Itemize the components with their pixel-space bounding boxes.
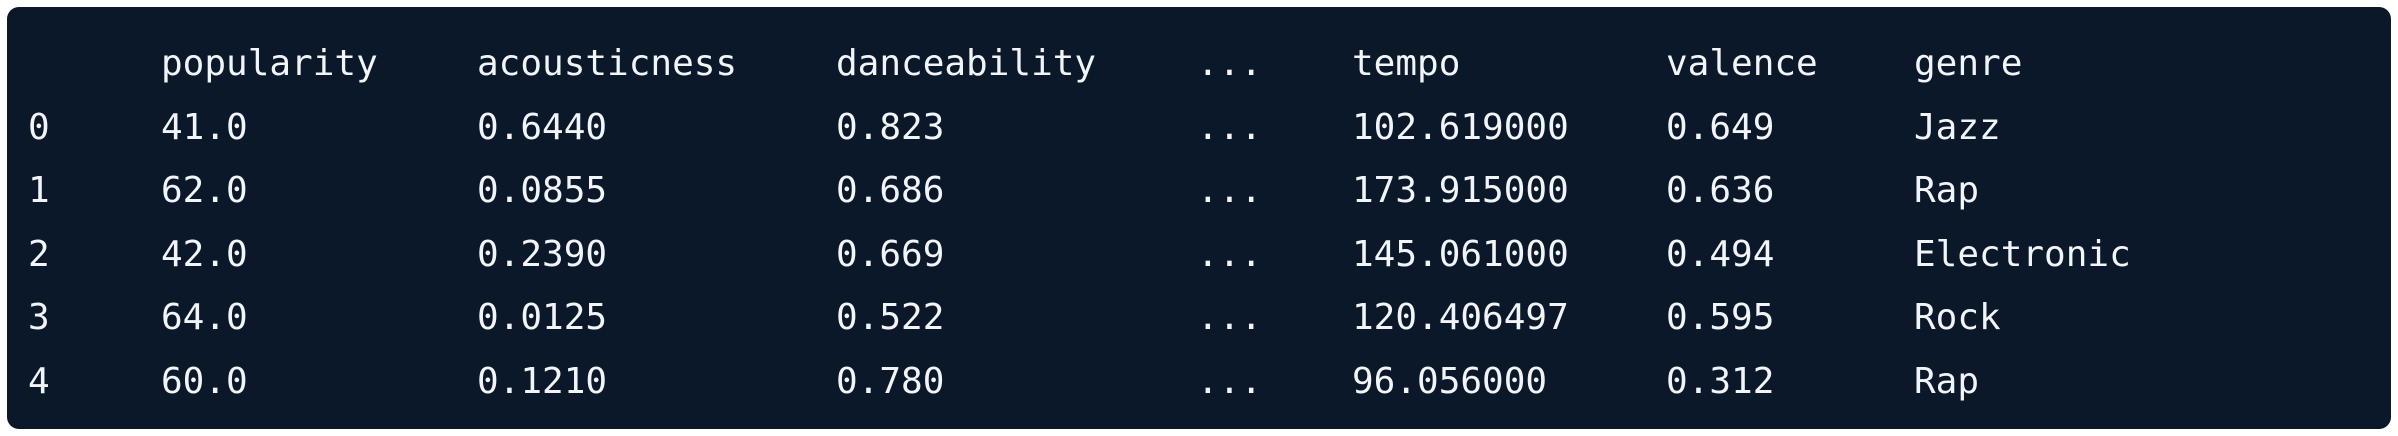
cell-ellipsis: ... <box>1197 297 1263 338</box>
row-index: 1 <box>28 170 50 211</box>
cell-genre: Rock <box>1914 297 2001 338</box>
table-row: 2 42.0 0.2390 0.669 ... 145.061000 0.494… <box>7 223 2214 287</box>
cell-popularity: 60.0 <box>161 360 248 402</box>
cell-popularity: 42.0 <box>161 233 248 275</box>
cell-tempo: 96.056000 <box>1352 360 1548 402</box>
header-danceability: danceability <box>836 43 1097 84</box>
cell-popularity: 64.0 <box>161 297 248 338</box>
cell-valence: 0.636 <box>1666 170 1775 211</box>
row-index: 4 <box>28 360 50 402</box>
header-tempo: tempo <box>1352 43 1461 84</box>
cell-tempo: 102.619000 <box>1352 106 1569 148</box>
cell-genre: Rap <box>1914 170 1980 211</box>
cell-ellipsis: ... <box>1197 360 1263 402</box>
dataframe-output-panel: popularity acousticness danceability ...… <box>7 7 2391 429</box>
cell-valence: 0.494 <box>1666 233 1775 275</box>
header-acousticness: acousticness <box>477 43 738 84</box>
header-popularity: popularity <box>161 43 378 84</box>
cell-ellipsis: ... <box>1197 170 1263 211</box>
cell-tempo: 145.061000 <box>1352 233 1569 275</box>
cell-valence: 0.312 <box>1666 360 1775 402</box>
row-index: 0 <box>28 106 50 148</box>
cell-genre: Rap <box>1914 360 1980 402</box>
header-ellipsis: ... <box>1197 43 1263 84</box>
cell-danceability: 0.522 <box>836 297 945 338</box>
cell-ellipsis: ... <box>1197 233 1263 275</box>
cell-ellipsis: ... <box>1197 106 1263 148</box>
cell-genre: Jazz <box>1914 106 2001 148</box>
cell-tempo: 120.406497 <box>1352 297 1569 338</box>
cell-acousticness: 0.1210 <box>477 360 608 402</box>
dataframe-table: popularity acousticness danceability ...… <box>7 32 2214 413</box>
cell-danceability: 0.780 <box>836 360 945 402</box>
cell-genre: Electronic <box>1914 233 2131 275</box>
cell-acousticness: 0.2390 <box>477 233 608 275</box>
row-index: 3 <box>28 297 50 338</box>
table-row: 1 62.0 0.0855 0.686 ... 173.915000 0.636… <box>7 159 2214 223</box>
cell-danceability: 0.686 <box>836 170 945 211</box>
cell-acousticness: 0.6440 <box>477 106 608 148</box>
cell-acousticness: 0.0855 <box>477 170 608 211</box>
cell-popularity: 41.0 <box>161 106 248 148</box>
cell-danceability: 0.823 <box>836 106 945 148</box>
cell-valence: 0.595 <box>1666 297 1775 338</box>
table-row: 0 41.0 0.6440 0.823 ... 102.619000 0.649… <box>7 96 2214 160</box>
cell-valence: 0.649 <box>1666 106 1775 148</box>
row-index: 2 <box>28 233 50 275</box>
header-index <box>7 32 161 96</box>
table-row: 3 64.0 0.0125 0.522 ... 120.406497 0.595… <box>7 286 2214 350</box>
cell-tempo: 173.915000 <box>1352 170 1569 211</box>
table-header-row: popularity acousticness danceability ...… <box>7 32 2214 96</box>
cell-acousticness: 0.0125 <box>477 297 608 338</box>
cell-popularity: 62.0 <box>161 170 248 211</box>
table-row: 4 60.0 0.1210 0.780 ... 96.056000 0.312 … <box>7 350 2214 414</box>
header-valence: valence <box>1666 43 1818 84</box>
cell-danceability: 0.669 <box>836 233 945 275</box>
header-genre: genre <box>1914 43 2023 84</box>
